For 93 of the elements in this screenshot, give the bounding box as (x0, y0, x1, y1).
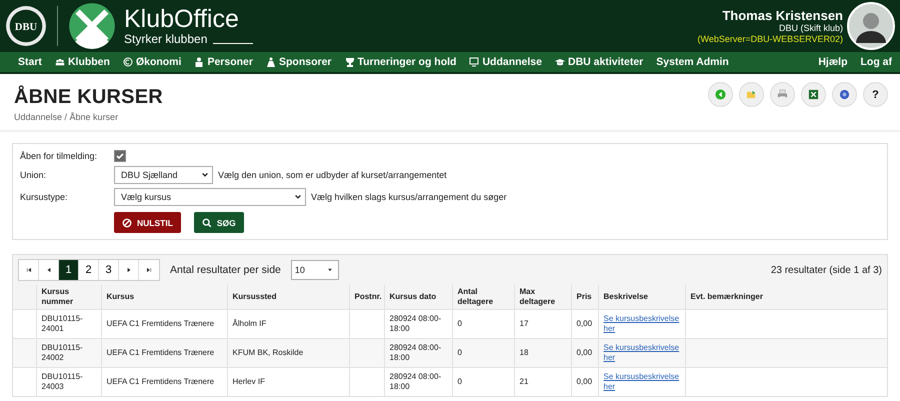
table-cell: 280924 08:00-18:00 (390, 314, 442, 333)
table-cell: DBU10115-24002 (42, 343, 83, 362)
reset-button[interactable]: NULSTIL (114, 212, 181, 233)
field-hint: Vælg den union, som er udbyder af kurset/arrangementet (218, 170, 447, 180)
result-summary: 23 resultater (side 1 af 3) (770, 264, 882, 276)
trophy-icon (344, 57, 354, 67)
search-icon (202, 218, 212, 228)
app-name: KlubOffice (124, 6, 240, 32)
table-cell: DBU10115-24003 (42, 372, 83, 391)
info-button[interactable] (832, 82, 857, 107)
table-cell: 0,00 (576, 377, 592, 386)
triangle-icon (26, 267, 32, 273)
menu-item[interactable]: Start (18, 56, 42, 68)
table-cell: UEFA C1 Fremtidens Trænere (106, 319, 214, 328)
kluboffice-logo-icon (68, 2, 116, 50)
user-name: Thomas Kristensen (722, 8, 843, 22)
table-cell: KFUM BK, Roskilde (232, 348, 304, 357)
menu-link[interactable]: Log af (860, 56, 892, 68)
column-header: Kursus nummer (36, 285, 101, 310)
field-label: Kursustype: (20, 192, 69, 202)
per-page-select[interactable]: 10 (290, 260, 339, 280)
table-cell: 18 (520, 348, 528, 357)
menu-item[interactable]: Uddannelse (469, 56, 542, 68)
page-button[interactable]: 1 (59, 260, 79, 280)
column-header: Beskrivelse (598, 285, 685, 310)
menu-item[interactable]: Personer (194, 56, 253, 68)
graduation-cap-icon (554, 57, 565, 67)
menu-item[interactable]: DBU aktiviteter (554, 56, 644, 68)
table-cell: 17 (520, 319, 528, 328)
table-cell: UEFA C1 Fremtidens Trænere (106, 348, 214, 357)
print-button[interactable] (770, 82, 795, 107)
field-hint: Vælg hvilken slags kursus/arrangement du søger (311, 192, 507, 202)
caret-icon (326, 267, 333, 273)
folder-icon (746, 89, 757, 100)
checkbox[interactable] (114, 150, 126, 162)
folder-button[interactable] (739, 82, 764, 107)
menu-item[interactable]: Økonomi (122, 56, 182, 68)
spreadsheet-icon (808, 89, 819, 100)
column-header: Max deltagere (514, 285, 571, 310)
tagline: Styrker klubben (124, 32, 208, 46)
table-cell: 0,00 (576, 319, 592, 328)
menu-item[interactable]: Klubben (54, 56, 110, 68)
menu-item[interactable]: Sponsorer (266, 56, 332, 68)
user-avatar (847, 2, 895, 50)
search-button[interactable]: SØG (194, 212, 244, 233)
table-cell: Herlev IF (232, 377, 265, 386)
column-header: Pris (571, 285, 598, 310)
arrow-left-icon (715, 89, 726, 100)
menu-item[interactable]: Turneringer og hold (344, 56, 456, 68)
column-header: Kursussted (227, 285, 349, 310)
table-cell: 0 (458, 377, 462, 386)
money-bag-icon (266, 57, 276, 67)
coin-icon (122, 57, 133, 67)
breadcrumb: Uddannelse / Åbne kurser (14, 112, 120, 122)
description-link[interactable]: Se kursusbeskrivelse her (604, 343, 680, 363)
table-cell: 280924 08:00-18:00 (390, 372, 442, 391)
per-page-label: Antal resultater per side (170, 264, 281, 276)
dbu-seal-logo: DBU (5, 5, 47, 47)
union-select[interactable]: DBU Sjælland (114, 166, 213, 184)
table-cell: UEFA C1 Fremtidens Trænere (106, 377, 214, 386)
server-label: (WebServer=DBU-WEBSERVER02) (698, 34, 843, 44)
help-button[interactable]: ? (863, 82, 888, 107)
column-header: Evt. bemærkninger (685, 285, 887, 310)
excel-export-button[interactable] (801, 82, 826, 107)
field-label: Åben for tilmelding: (20, 151, 98, 161)
monitor-icon (469, 57, 480, 67)
column-header: Antal deltagere (452, 285, 514, 310)
table-cell: Ålholm IF (232, 319, 266, 328)
back-button[interactable] (708, 82, 733, 107)
table-cell: 0 (458, 348, 462, 357)
table-cell: 21 (520, 377, 528, 386)
triangle-icon (126, 267, 132, 273)
menu-item[interactable]: System Admin (656, 56, 729, 68)
page-title: ÅBNE KURSER (14, 86, 163, 109)
chevron-down-icon (201, 171, 209, 179)
people-icon (54, 57, 65, 67)
table-cell: 0,00 (576, 348, 592, 357)
prohibited-icon (122, 218, 132, 228)
column-header: Kursus dato (384, 285, 452, 310)
field-label: Union: (20, 170, 48, 180)
triangle-icon (146, 267, 152, 273)
person-icon (194, 57, 204, 67)
table-cell: DBU10115-24001 (42, 314, 83, 333)
switch-club-link[interactable]: DBU (Skift klub) (778, 22, 843, 34)
column-header: Kursus (101, 285, 227, 310)
table-cell: 280924 08:00-18:00 (390, 343, 442, 362)
column-header: Postnr. (349, 285, 384, 310)
triangle-icon (46, 267, 52, 273)
course-type-select[interactable]: Vælg kursus (114, 188, 306, 206)
printer-icon (777, 89, 788, 100)
chevron-down-icon (294, 193, 302, 201)
menu-link[interactable]: Hjælp (818, 56, 848, 68)
table-cell: 0 (458, 319, 462, 328)
